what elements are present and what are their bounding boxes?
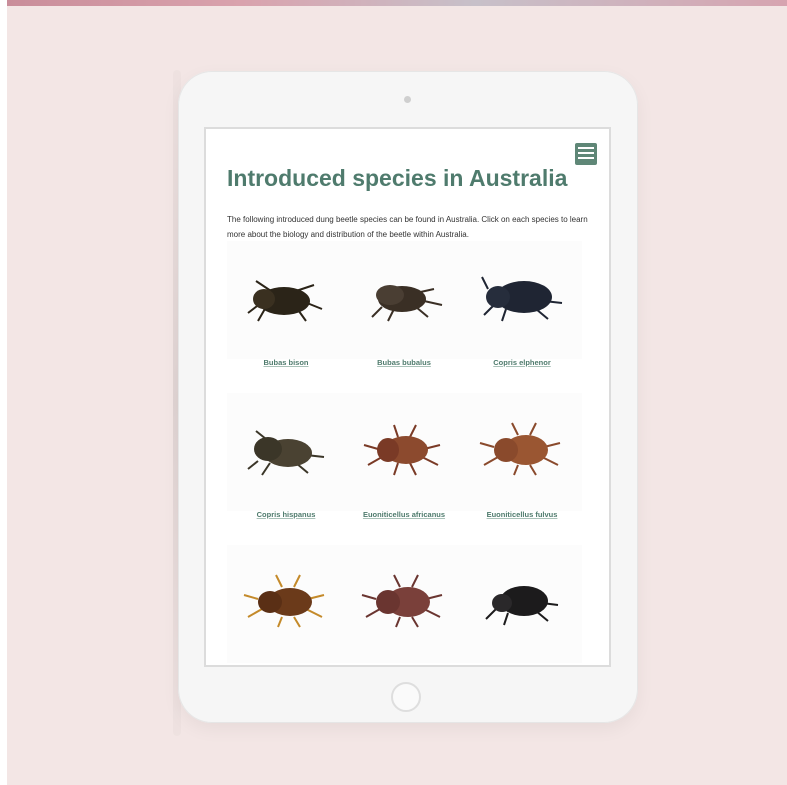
species-link[interactable]: Bubas bison <box>227 358 345 367</box>
species-link[interactable]: Copris elphenor <box>463 358 581 367</box>
species-link[interactable]: Euoniticellus fulvus <box>463 510 581 519</box>
beetle-photo-icon <box>363 424 441 476</box>
beetle-photo-icon <box>481 276 563 322</box>
beetle-photo-icon <box>247 280 323 322</box>
beetle-photo-icon <box>243 574 325 628</box>
top-decorative-strip <box>7 0 787 6</box>
beetle-photo-icon <box>371 285 443 322</box>
species-card[interactable]: Bubas bubalus <box>345 241 463 381</box>
species-card[interactable]: Euoniticellus africanus <box>345 393 463 533</box>
species-link[interactable]: Copris hispanus <box>227 510 345 519</box>
species-card[interactable]: Copris hispanus <box>227 393 345 533</box>
species-link[interactable]: Euoniticellus africanus <box>345 510 463 519</box>
intro-text: The following introduced dung beetle spe… <box>227 215 588 239</box>
species-card[interactable]: Copris elphenor <box>463 241 581 381</box>
species-row <box>227 545 582 665</box>
camera-icon <box>404 96 411 103</box>
species-card[interactable]: Euoniticellus fulvus <box>463 393 581 533</box>
page-title: Introduced species in Australia <box>227 165 568 191</box>
beetle-photo-icon <box>361 574 443 628</box>
tablet-screen: Introduced species in Australia The foll… <box>204 127 611 667</box>
beetle-photo-icon <box>485 586 559 626</box>
species-card[interactable] <box>463 545 581 665</box>
species-grid: Bubas bison Bubas bubalus Copris elpheno… <box>227 241 582 665</box>
species-card[interactable] <box>227 545 345 665</box>
background-canvas: Introduced species in Australia The foll… <box>7 0 787 785</box>
home-button-icon[interactable] <box>391 682 421 712</box>
beetle-photo-icon <box>247 430 325 476</box>
species-card[interactable] <box>345 545 463 665</box>
hamburger-menu-icon[interactable] <box>575 143 597 165</box>
beetle-photo-icon <box>479 422 561 476</box>
species-row: Bubas bison Bubas bubalus Copris elpheno… <box>227 241 582 393</box>
tablet-device: Introduced species in Australia The foll… <box>178 71 638 723</box>
species-row: Copris hispanus Euoniticellus africanus <box>227 393 582 545</box>
species-link[interactable]: Bubas bubalus <box>345 358 463 367</box>
species-card[interactable]: Bubas bison <box>227 241 345 381</box>
